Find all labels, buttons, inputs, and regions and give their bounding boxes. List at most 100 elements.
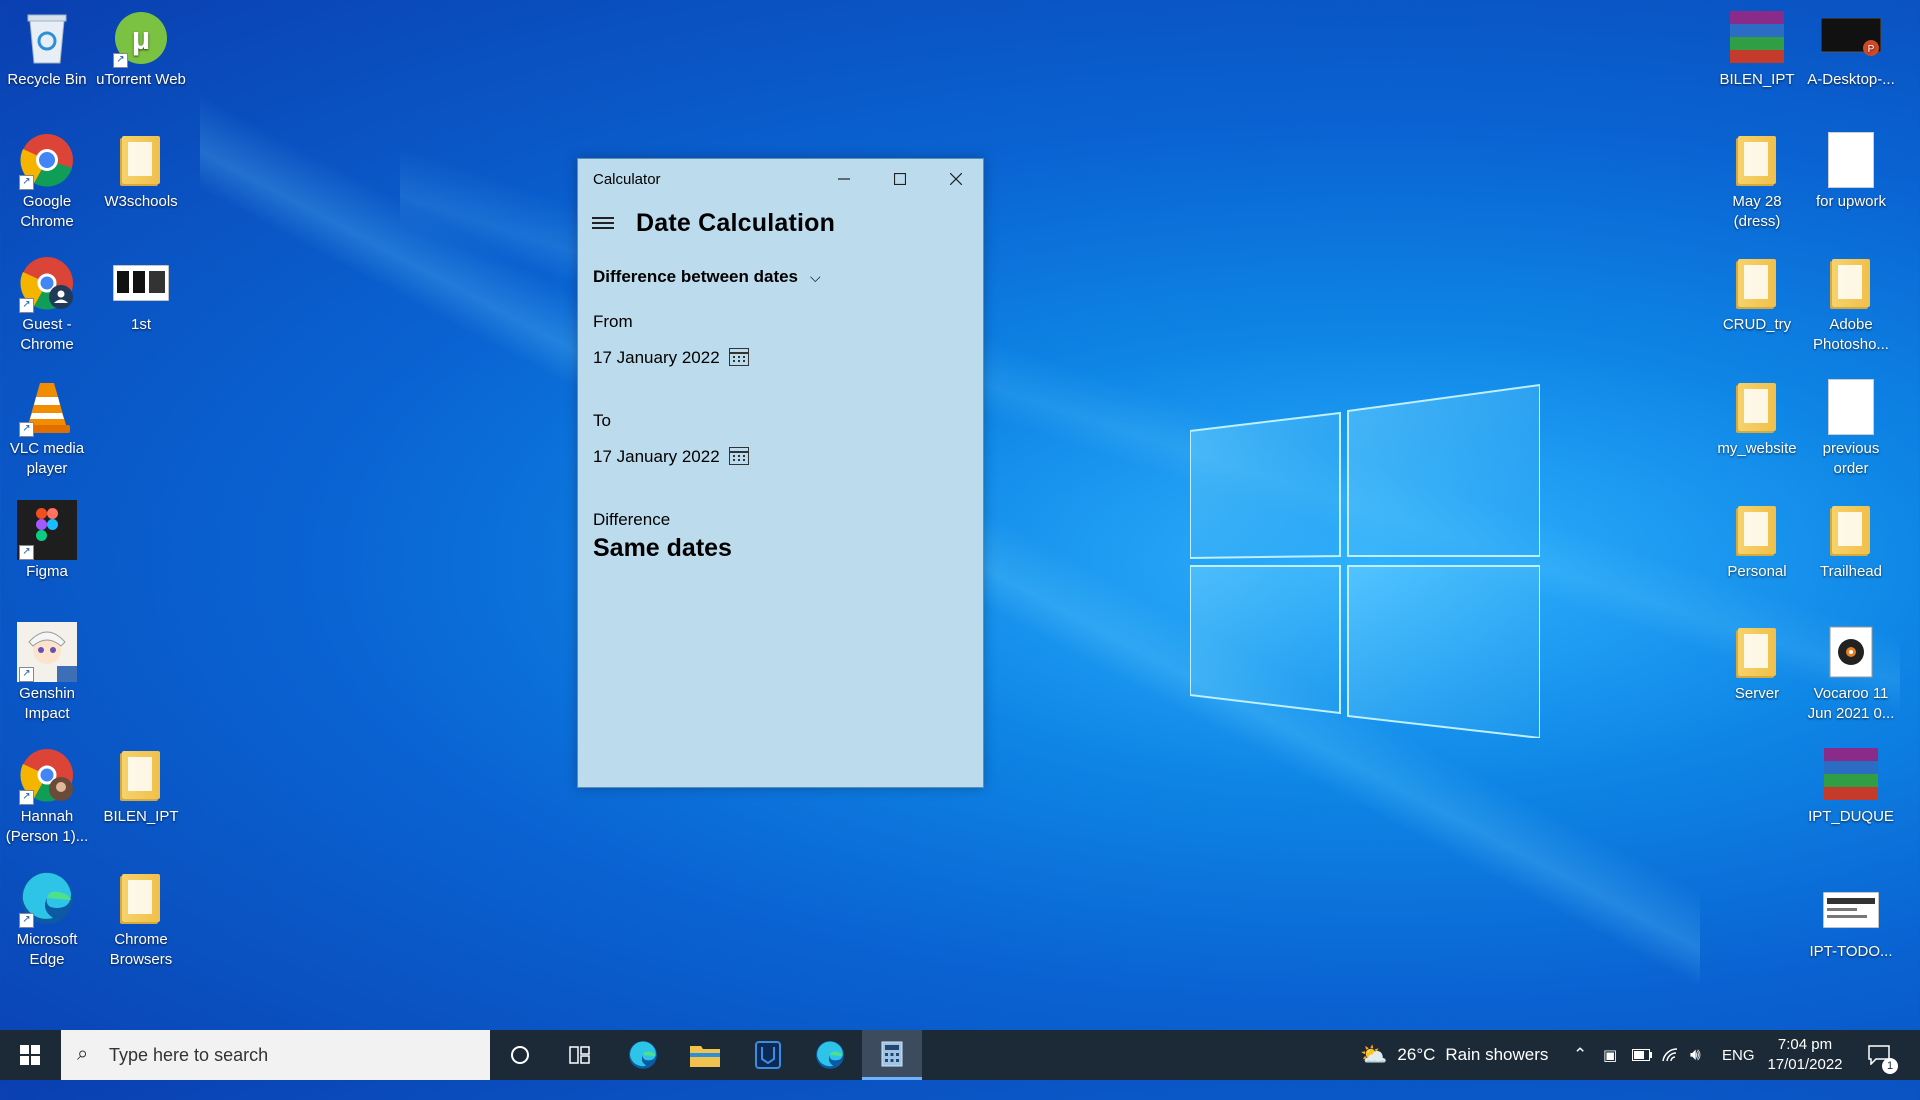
desktop-icon-label: Adobe Photosho... [1813,316,1889,353]
weather-widget[interactable]: ⛅ 26°C Rain showers [1360,1030,1548,1080]
maximize-icon [894,173,906,185]
winrar-icon [1730,11,1784,65]
taskbar-calculator-button[interactable] [862,1030,922,1080]
task-view-icon [569,1046,590,1064]
desktop-icon-hannah-chrome[interactable]: ↗ Hannah (Person 1)... [0,745,94,847]
powerpoint-file-icon: P [1821,18,1881,56]
desktop-icon-bilen-ipt-folder[interactable]: BILEN_IPT [94,745,188,827]
start-button[interactable] [0,1030,60,1080]
taskbar-edge-button[interactable] [613,1030,673,1080]
hamburger-icon-line [592,227,614,229]
desktop-icon-label: uTorrent Web [96,71,186,88]
notification-count-badge: 1 [1882,1058,1898,1074]
calendar-icon[interactable] [729,447,749,465]
desktop-icon-figma[interactable]: ↗ Figma [0,500,94,582]
task-view-button[interactable] [550,1030,610,1080]
taskbar-clock[interactable]: 7:04 pm 17/01/2022 [1765,1035,1845,1075]
to-date-picker[interactable]: 17 January 2022 [593,447,720,467]
minimize-icon [838,178,850,180]
maximize-button[interactable] [872,159,928,199]
desktop-icon-label: Recycle Bin [7,71,87,88]
wifi-icon [1662,1048,1678,1062]
weather-condition: Rain showers [1445,1045,1549,1064]
taskbar-file-explorer-button[interactable] [675,1030,735,1080]
chevron-down-icon: ⌵ [810,269,821,285]
volume-button[interactable]: 🔊︎ [1690,1030,1701,1080]
recycle-bin-icon [27,14,67,64]
minimize-button[interactable] [816,159,872,199]
desktop-icon-adobe-photoshop[interactable]: Adobe Photosho... [1804,253,1898,355]
desktop-icon-utorrent[interactable]: µ ↗ uTorrent Web [94,8,188,90]
close-button[interactable] [928,159,984,199]
cortana-button[interactable] [490,1030,550,1080]
language-indicator: ENG [1722,1046,1755,1064]
desktop-icon-label: VLC media player [9,440,85,477]
document-icon [1828,132,1874,188]
desktop-icon-bilen-ipt-rar[interactable]: BILEN_IPT [1710,8,1804,90]
desktop-icon-label: Trailhead [1820,563,1882,580]
desktop-icon-server[interactable]: Server [1710,622,1804,704]
desktop-icon-genshin-impact[interactable]: ↗ Genshin Impact [0,622,94,724]
desktop-icon-label: IPT_DUQUE [1808,808,1894,825]
from-date-value: 17 January 2022 [593,348,720,367]
difference-result: Same dates [593,534,732,562]
calculator-icon [881,1041,903,1066]
desktop-icon-may-28[interactable]: May 28 (dress) [1710,130,1804,232]
desktop-icon-ipt-todo[interactable]: IPT-TODO... [1804,880,1898,962]
navigation-menu-button[interactable] [592,214,614,232]
desktop-icon-vlc[interactable]: ↗ VLC media player [0,377,94,479]
meet-now-button[interactable]: ▣ [1603,1030,1617,1080]
desktop-icon-label: BILEN_IPT [103,808,179,825]
desktop-icon-label: my_website [1717,440,1797,457]
desktop-icon-recycle-bin[interactable]: Recycle Bin [0,8,94,90]
desktop-icon-vocaroo[interactable]: Vocaroo 11 Jun 2021 0... [1804,622,1898,724]
network-button[interactable] [1661,1030,1681,1080]
chevron-up-icon: ⌃ [1573,1045,1588,1064]
cortana-circle-icon [511,1046,529,1064]
desktop-icon-crud-try[interactable]: CRUD_try [1710,253,1804,335]
svg-text:µ: µ [132,20,150,56]
battery-button[interactable] [1632,1030,1652,1080]
desktop-icon-google-chrome[interactable]: ↗ Google Chrome [0,130,94,232]
camera-icon: ▣ [1603,1047,1618,1064]
desktop-icon-label: W3schools [104,193,178,210]
screenshot-file-icon [1823,892,1879,928]
desktop-icon-chrome-browsers[interactable]: Chrome Browsers [94,868,188,970]
calculation-mode-dropdown[interactable]: Difference between dates ⌵ [593,267,821,287]
speaker-icon: 🔊︎ [1690,1045,1701,1064]
clock-date: 17/01/2022 [1767,1056,1843,1073]
desktop-icon-for-upwork[interactable]: for upwork [1804,130,1898,212]
calendar-icon[interactable] [729,348,749,366]
windows-wallpaper-logo [1190,383,1540,738]
taskbar-edge-profile-button[interactable] [800,1030,860,1080]
taskbar-app-button[interactable] [738,1030,798,1080]
desktop-icon-trailhead[interactable]: Trailhead [1804,500,1898,582]
input-language-button[interactable]: ENG [1722,1030,1755,1080]
desktop-icon-label: CRUD_try [1722,316,1792,333]
desktop-icon-guest-chrome[interactable]: ↗ Guest - Chrome [0,253,94,355]
to-date-value: 17 January 2022 [593,447,720,466]
show-hidden-icons-button[interactable]: ⌃ [1573,1030,1587,1080]
desktop-icon-a-desktop[interactable]: P A-Desktop-... [1804,8,1898,90]
desktop-icon-microsoft-edge[interactable]: ↗ Microsoft Edge [0,868,94,970]
battery-icon [1632,1049,1652,1061]
desktop-icon-1st[interactable]: 1st [94,253,188,335]
desktop-icon-label: 1st [130,316,151,333]
action-center-button[interactable]: 1 [1868,1030,1898,1080]
title-bar[interactable]: Calculator [578,159,983,199]
winrar-icon [1824,748,1878,802]
svg-text:P: P [1868,44,1875,55]
from-date-picker[interactable]: 17 January 2022 [593,348,720,368]
folder-icon [1832,259,1870,307]
desktop-icon-ipt-duque[interactable]: IPT_DUQUE [1804,745,1898,827]
desktop-icon-personal[interactable]: Personal [1710,500,1804,582]
folder-icon [1738,259,1776,307]
shortcut-arrow-icon: ↗ [19,667,34,682]
desktop-icon-w3schools[interactable]: W3schools [94,130,188,212]
to-label: To [593,411,611,430]
desktop-icon-label: previous order [1822,440,1880,477]
taskbar-search-box[interactable]: ⌕ Type here to search [61,1030,490,1080]
desktop-icon-previous-order[interactable]: previous order [1804,377,1898,479]
difference-label: Difference [593,510,671,529]
desktop-icon-my-website[interactable]: my_website [1710,377,1804,459]
